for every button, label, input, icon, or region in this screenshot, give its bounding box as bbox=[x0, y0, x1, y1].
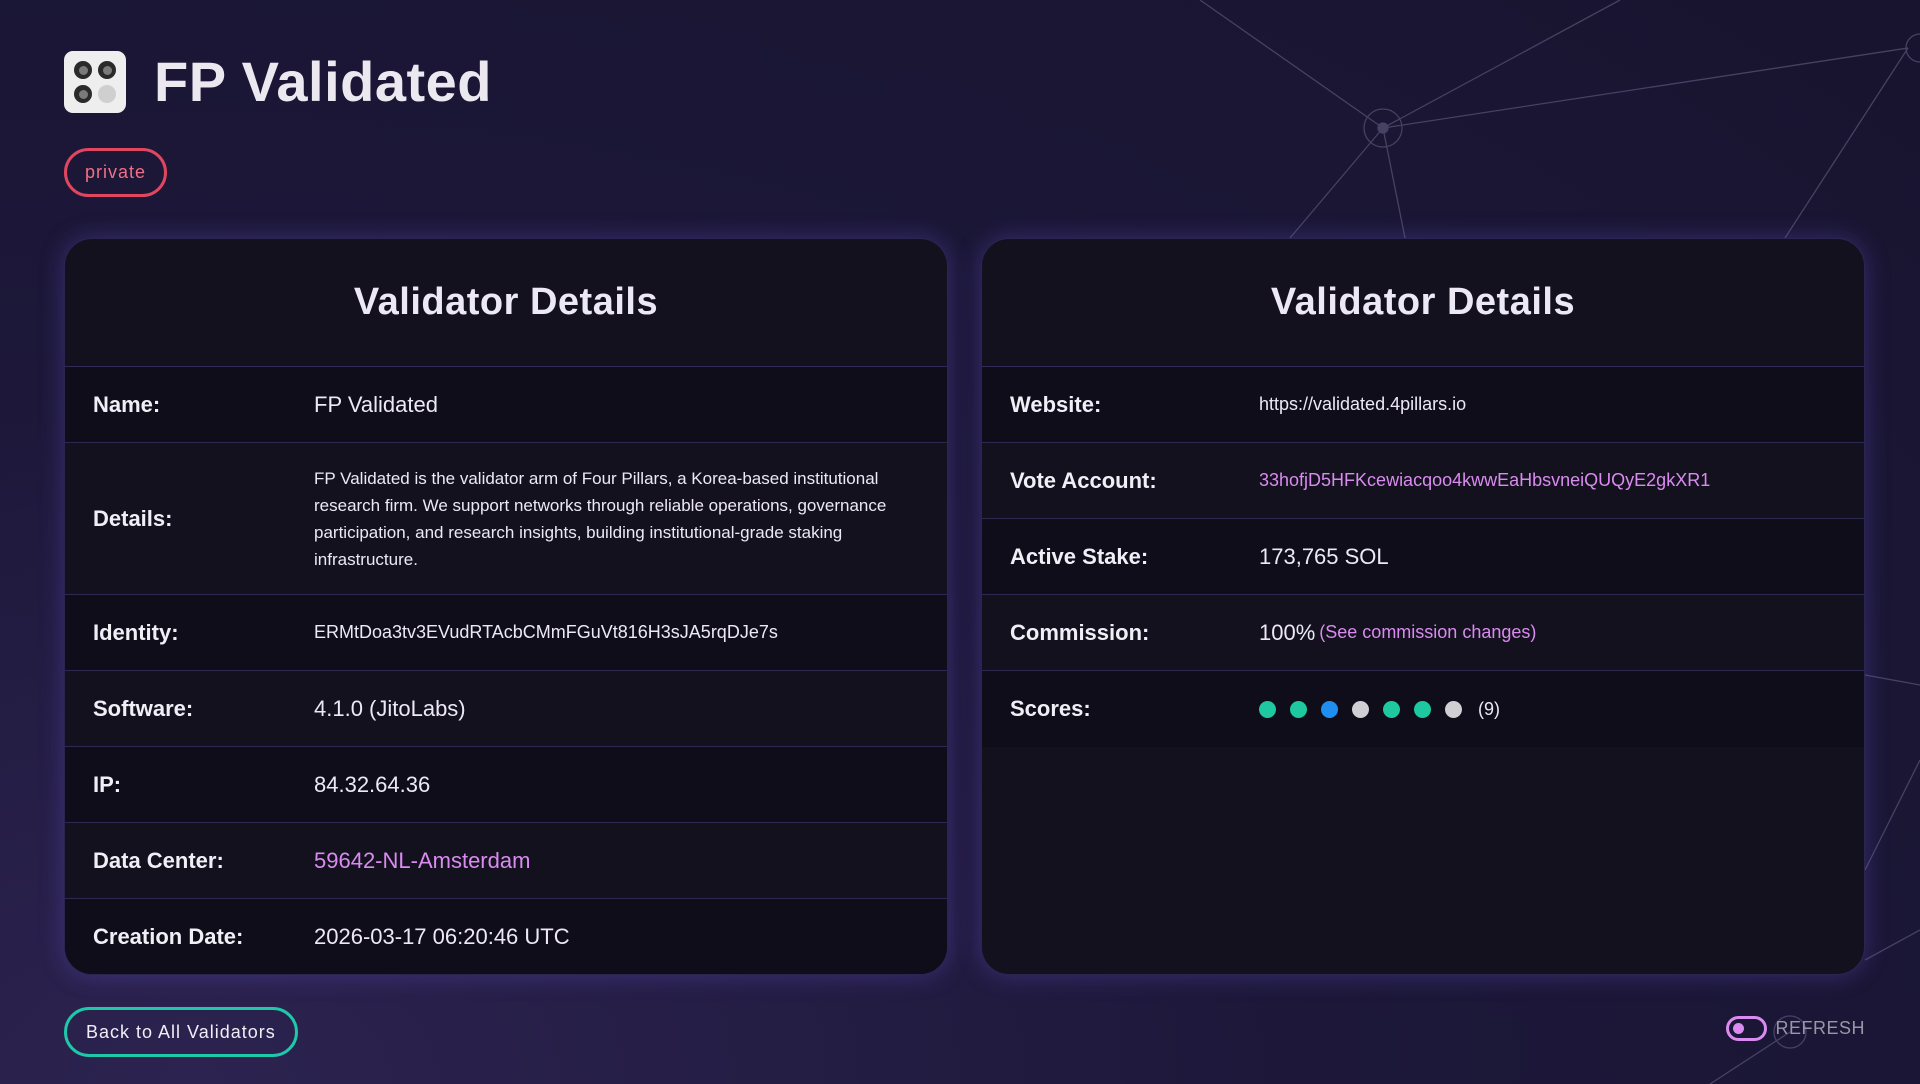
score-dot-2 bbox=[1290, 700, 1307, 718]
ip-label: IP: bbox=[93, 771, 122, 797]
validator-details-card-right: Validator Details Website: https://valid… bbox=[981, 238, 1865, 975]
software-label: Software: bbox=[93, 695, 194, 721]
commission-label: Commission: bbox=[1010, 619, 1150, 645]
active-stake-row: Active Stake: 173,765 SOL bbox=[982, 519, 1864, 595]
score-dot-1 bbox=[1259, 700, 1276, 718]
name-value: FP Validated bbox=[314, 391, 438, 417]
creation-date-label: Creation Date: bbox=[93, 924, 244, 949]
back-to-all-validators-button[interactable]: Back to All Validators bbox=[64, 1007, 298, 1057]
commission-changes-link[interactable]: (See commission changes) bbox=[1319, 622, 1536, 643]
score-count: (9) bbox=[1478, 698, 1500, 719]
identity-label: Identity: bbox=[93, 619, 179, 645]
dice-logo-icon bbox=[64, 50, 126, 113]
scores-row: Scores: (9) bbox=[982, 671, 1864, 747]
refresh-label: REFRESH bbox=[1775, 1018, 1865, 1038]
card-title: Validator Details bbox=[982, 239, 1864, 367]
score-dot-5 bbox=[1383, 700, 1400, 718]
commission-row: Commission: 100% (See commission changes… bbox=[982, 595, 1864, 671]
card-title: Validator Details bbox=[65, 239, 947, 367]
commission-value: 100% bbox=[1259, 619, 1316, 645]
software-row: Software: 4.1.0 (JitoLabs) bbox=[65, 671, 947, 747]
name-row: Name: FP Validated bbox=[65, 367, 947, 443]
ip-value: 84.32.64.36 bbox=[314, 771, 431, 797]
details-value: FP Validated is the validator arm of Fou… bbox=[314, 468, 887, 569]
private-badge: private bbox=[64, 148, 168, 197]
scores-label: Scores: bbox=[1010, 696, 1091, 721]
data-center-row: Data Center: 59642-NL-Amsterdam bbox=[65, 823, 947, 899]
data-center-label: Data Center: bbox=[93, 847, 224, 873]
score-dot-7 bbox=[1445, 700, 1462, 718]
active-stake-label: Active Stake: bbox=[1010, 543, 1149, 569]
details-row: Details: FP Validated is the validator a… bbox=[65, 443, 947, 595]
vote-account-row: Vote Account: 33hofjD5HFKcewiacqoo4kwwEa… bbox=[982, 443, 1864, 519]
identity-value: ERMtDoa3tv3EVudRTAcbCMmFGuVt816H3sJA5rqD… bbox=[314, 622, 778, 642]
identity-row: Identity: ERMtDoa3tv3EVudRTAcbCMmFGuVt81… bbox=[65, 595, 947, 671]
website-row: Website: https://validated.4pillars.io bbox=[982, 367, 1864, 443]
page-header: FP Validated bbox=[64, 49, 492, 114]
data-center-link[interactable]: 59642-NL-Amsterdam bbox=[314, 848, 530, 874]
software-value: 4.1.0 (JitoLabs) bbox=[314, 695, 466, 721]
vote-account-link[interactable]: 33hofjD5HFKcewiacqoo4kwwEaHbsvneiQUQyE2g… bbox=[1259, 470, 1710, 491]
website-link[interactable]: https://validated.4pillars.io bbox=[1259, 394, 1466, 415]
creation-date-row: Creation Date: 2026-03-17 06:20:46 UTC bbox=[65, 899, 947, 974]
scores-dots bbox=[1259, 700, 1476, 718]
website-label: Website: bbox=[1010, 391, 1102, 417]
score-dot-3 bbox=[1321, 700, 1338, 718]
ip-row: IP: 84.32.64.36 bbox=[65, 747, 947, 823]
validator-details-card-left: Validator Details Name: FP Validated Det… bbox=[64, 238, 948, 975]
score-dot-4 bbox=[1352, 700, 1369, 718]
vote-account-label: Vote Account: bbox=[1010, 467, 1157, 493]
active-stake-value: 173,765 SOL bbox=[1259, 543, 1389, 569]
name-label: Name: bbox=[93, 391, 161, 417]
refresh-control[interactable]: REFRESH bbox=[1726, 1016, 1865, 1041]
score-dot-6 bbox=[1414, 700, 1431, 718]
page-title: FP Validated bbox=[154, 50, 492, 113]
refresh-toggle-icon[interactable] bbox=[1726, 1016, 1768, 1041]
details-label: Details: bbox=[93, 505, 173, 531]
creation-date-value: 2026-03-17 06:20:46 UTC bbox=[314, 924, 570, 949]
